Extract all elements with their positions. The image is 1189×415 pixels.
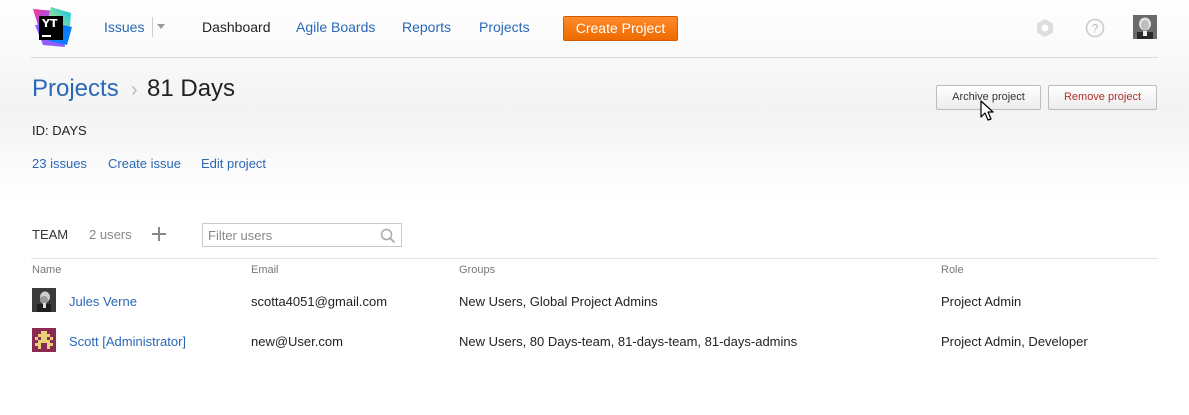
team-heading: TEAM	[32, 227, 69, 242]
column-header-groups: Groups	[459, 264, 496, 276]
search-icon	[380, 228, 396, 244]
team-divider	[31, 258, 1158, 259]
user-email: scotta4051@gmail.com	[251, 294, 388, 309]
nav-issues[interactable]: Issues	[104, 19, 144, 35]
chevron-down-icon[interactable]	[157, 24, 165, 29]
create-project-button[interactable]: Create Project	[563, 16, 678, 41]
edit-project-link[interactable]: Edit project	[201, 156, 266, 171]
column-header-name: Name	[32, 264, 62, 276]
create-issue-link[interactable]: Create issue	[108, 156, 181, 171]
nav-dashboard[interactable]: Dashboard	[202, 19, 271, 35]
svg-text:?: ?	[1092, 22, 1099, 36]
user-groups: New Users, 80 Days-team, 81-days-team, 8…	[459, 334, 798, 349]
mouse-cursor-icon	[980, 100, 994, 121]
breadcrumb-projects[interactable]: Projects	[32, 75, 119, 103]
remove-project-button[interactable]: Remove project	[1048, 85, 1157, 110]
project-id: ID: DAYS	[32, 123, 87, 138]
avatar-icon	[1133, 15, 1157, 39]
column-header-role: Role	[941, 264, 964, 276]
user-avatar[interactable]	[1133, 15, 1157, 39]
nav-divider	[152, 17, 153, 37]
team-user-count: 2 users	[89, 227, 132, 242]
user-groups: New Users, Global Project Admins	[459, 294, 658, 309]
nav-projects[interactable]: Projects	[479, 19, 530, 35]
user-email: new@User.com	[251, 334, 343, 349]
avatar-icon	[32, 328, 56, 352]
breadcrumb-separator: ›	[131, 79, 138, 101]
help-icon[interactable]: ?	[1084, 17, 1106, 39]
user-name-link[interactable]: Jules Verne	[69, 294, 137, 309]
user-role: Project Admin	[941, 294, 1022, 309]
avatar-icon	[32, 288, 56, 312]
user-name-link[interactable]: Scott [Administrator]	[69, 334, 186, 349]
logo-text: YT	[39, 16, 63, 40]
add-user-icon[interactable]	[151, 226, 167, 242]
nav-reports[interactable]: Reports	[402, 19, 451, 35]
youtrack-logo[interactable]: YT	[31, 7, 72, 48]
column-header-email: Email	[251, 264, 279, 276]
settings-icon[interactable]	[1034, 17, 1056, 39]
page-title: 81 Days	[147, 75, 236, 102]
filter-users-input[interactable]	[202, 223, 402, 247]
issues-count-link[interactable]: 23 issues	[32, 156, 87, 171]
user-role: Project Admin, Developer	[941, 334, 1088, 349]
header-divider	[31, 57, 1158, 58]
nav-agile-boards[interactable]: Agile Boards	[296, 19, 375, 35]
